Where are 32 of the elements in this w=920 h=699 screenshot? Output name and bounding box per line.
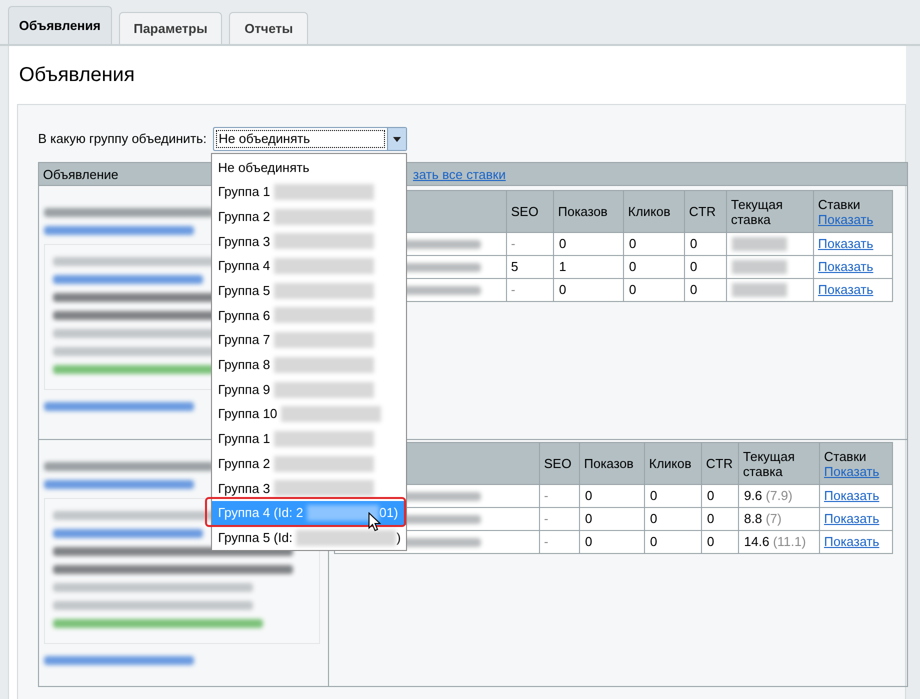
dropdown-option[interactable]: Группа 2: [212, 204, 406, 230]
dropdown-option[interactable]: Группа 2: [212, 451, 406, 476]
table-cell: 0: [580, 530, 644, 554]
table-cell: 0: [684, 278, 726, 302]
dropdown-option[interactable]: Группа 10: [212, 402, 406, 427]
field-label: В какую группу объединить:: [38, 130, 207, 148]
dropdown-option[interactable]: Группа 6: [212, 303, 406, 328]
column-header: Ставки: [818, 196, 862, 212]
dropdown-option[interactable]: Группа 1: [212, 426, 406, 452]
tab[interactable]: Объявления: [8, 6, 112, 44]
dropdown-option[interactable]: Группа 8: [212, 352, 406, 378]
dropdown-option[interactable]: Группа 7: [212, 328, 406, 352]
tab[interactable]: Параметры: [118, 12, 222, 44]
group-select[interactable]: Не объединять: [212, 127, 407, 151]
dropdown-option[interactable]: Группа 5: [212, 278, 406, 304]
page-title: Объявления: [19, 63, 135, 88]
tab[interactable]: Отчеты: [229, 12, 308, 44]
cursor-icon: [368, 512, 381, 532]
dropdown-option[interactable]: Группа 3: [212, 229, 406, 254]
table-cell: 14.6 (11.1): [738, 530, 820, 554]
dropdown-option[interactable]: Группа 3: [212, 476, 406, 501]
table-cell: 0: [644, 530, 702, 554]
caret-icon: [392, 136, 401, 142]
table-cell: -: [506, 278, 554, 302]
table-cell: 0: [702, 530, 738, 554]
dropdown-option[interactable]: Группа 5 (Id: ): [212, 525, 406, 550]
dropdown-option[interactable]: Группа 4: [212, 254, 406, 278]
table-cell: 0: [624, 278, 684, 302]
table-cell: 0: [554, 278, 624, 302]
table-cell: -: [540, 530, 580, 554]
dropdown-option[interactable]: Группа 9: [212, 377, 406, 402]
column-header: Ставки: [824, 448, 868, 464]
